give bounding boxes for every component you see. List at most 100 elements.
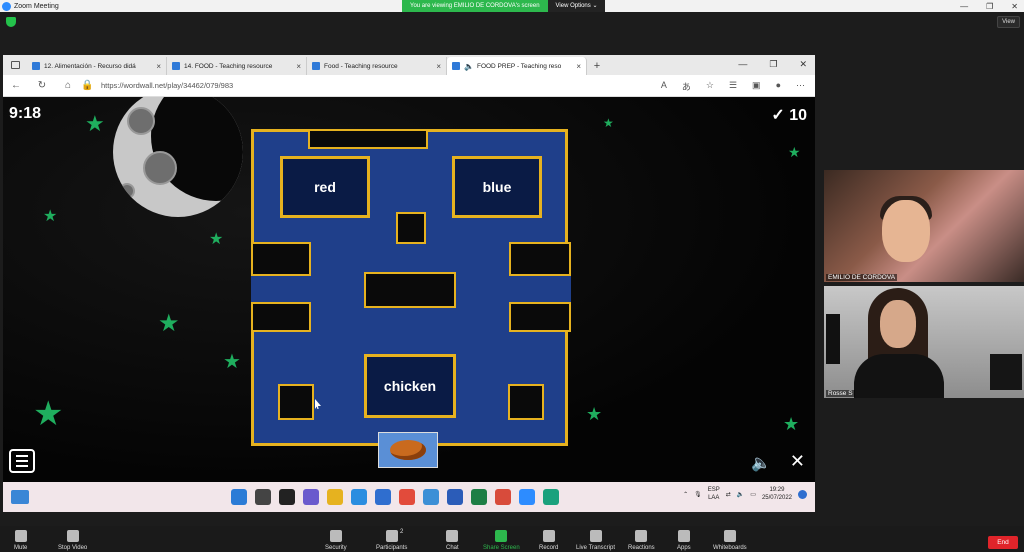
microphone-icon <box>14 530 27 542</box>
widgets-icon[interactable] <box>11 490 29 504</box>
crater <box>119 183 135 199</box>
zoom-window: Zoom Meeting You are viewing EMILIO DE C… <box>0 0 1024 552</box>
browser-tab-2[interactable]: 14. FOOD - Teaching resource × <box>167 57 307 75</box>
browser-maximize-button[interactable]: ❐ <box>769 59 777 70</box>
address-bar: ← ↻ ⌂ 🔒 https://wordwall.net/play/34462/… <box>3 75 815 97</box>
volume-tray-icon[interactable]: 🔈 <box>737 491 744 498</box>
apps-button[interactable]: Apps <box>677 526 691 551</box>
tab-close-icon[interactable]: × <box>576 62 581 71</box>
collections-icon[interactable]: ▣ <box>752 80 761 93</box>
background-monitor <box>990 354 1022 390</box>
calculator-icon[interactable] <box>423 489 439 505</box>
chevron-up-icon[interactable]: ⌃ <box>683 491 688 498</box>
microphone-icon[interactable]: 🎙 <box>694 491 702 498</box>
taskbar-clock[interactable]: 19:29 25/07/2022 <box>762 486 792 502</box>
chrome-icon[interactable] <box>399 489 415 505</box>
maze-wall <box>278 384 314 420</box>
start-icon[interactable] <box>231 489 247 505</box>
home-icon[interactable]: ⌂ <box>55 80 81 91</box>
star-icon: ★ <box>783 414 800 434</box>
participant-video-2[interactable]: Rosse S <box>824 286 1024 398</box>
whiteboard-icon <box>723 530 736 542</box>
tab-title: 12. Alimentación - Recurso didá <box>44 62 136 70</box>
people-icon <box>385 530 398 542</box>
zoom-logo-icon <box>2 1 11 11</box>
network-icon[interactable]: ⇄ <box>726 491 731 498</box>
zoom-app-icon[interactable] <box>519 489 535 505</box>
excel-icon[interactable] <box>471 489 487 505</box>
favorites-list-icon[interactable]: ☰ <box>729 80 737 93</box>
share-screen-button[interactable]: Share Screen <box>483 526 520 551</box>
close-window-button[interactable]: ✕ <box>1011 2 1018 11</box>
browser-tab-strip: 12. Alimentación - Recurso didá × 14. FO… <box>3 55 815 75</box>
live-transcript-button[interactable]: Live Transcript <box>576 526 615 551</box>
whiteboards-button[interactable]: Whiteboards <box>713 526 747 551</box>
url-text[interactable]: https://wordwall.net/play/34462/079/983 <box>101 81 233 90</box>
zoom-window-title: Zoom Meeting <box>14 2 59 10</box>
security-shield-icon[interactable] <box>6 17 16 27</box>
game-close-icon[interactable]: ✕ <box>790 451 805 472</box>
notification-icon[interactable] <box>798 489 807 499</box>
tab-close-icon[interactable]: × <box>436 62 441 71</box>
view-options-button[interactable]: View Options ⌄ <box>547 0 606 12</box>
star-icon: ★ <box>788 144 801 160</box>
answer-card-red[interactable]: red <box>280 156 370 218</box>
tab-close-icon[interactable]: × <box>156 62 161 71</box>
browser-minimize-button[interactable]: — <box>738 59 747 70</box>
task-view-icon[interactable] <box>279 489 295 505</box>
edge-icon[interactable] <box>543 489 559 505</box>
answer-card-chicken[interactable]: chicken <box>364 354 456 418</box>
viewing-banner-text: You are viewing EMILIO DE CORDOVA's scre… <box>402 0 548 12</box>
search-icon[interactable] <box>255 489 271 505</box>
game-menu-button[interactable] <box>9 449 35 473</box>
wordwall-favicon-icon <box>452 62 460 70</box>
tab-actions-icon[interactable] <box>3 55 27 75</box>
refresh-icon[interactable]: ↻ <box>29 80 55 91</box>
taskbar-apps <box>231 489 559 505</box>
record-icon <box>542 530 555 542</box>
mail-icon[interactable] <box>375 489 391 505</box>
browser-close-button[interactable]: ✕ <box>799 59 807 70</box>
browser-tab-4-active[interactable]: 🔈 FOOD PREP - Teaching reso × <box>447 57 587 75</box>
translate-icon[interactable]: あ <box>682 80 691 93</box>
chat-button[interactable]: Chat <box>446 526 459 551</box>
chat-icon[interactable] <box>303 489 319 505</box>
reactions-button[interactable]: Reactions <box>628 526 655 551</box>
read-aloud-icon[interactable]: A <box>661 80 667 93</box>
record-button[interactable]: Record <box>539 526 558 551</box>
battery-icon[interactable]: ▭ <box>750 491 756 498</box>
file-explorer-icon[interactable] <box>327 489 343 505</box>
smiley-icon <box>635 530 648 542</box>
language-indicator[interactable]: ESP LAA <box>708 486 720 502</box>
word-icon[interactable] <box>447 489 463 505</box>
wordwall-game-area: ★ ★ ★ ★ ★ ★ ★ ★ ★ ★ 9:18 ✓ 10 red blue c… <box>3 97 815 482</box>
profile-icon[interactable]: ● <box>776 80 781 93</box>
tab-close-icon[interactable]: × <box>296 62 301 71</box>
view-button[interactable]: View <box>997 16 1020 28</box>
maze-wall <box>509 302 571 332</box>
browser-tab-1[interactable]: 12. Alimentación - Recurso didá × <box>27 57 167 75</box>
back-icon[interactable]: ← <box>3 80 29 91</box>
new-tab-button[interactable]: + <box>587 57 607 75</box>
volume-icon[interactable]: 🔈 <box>751 453 771 473</box>
paint-icon[interactable] <box>495 489 511 505</box>
end-meeting-button[interactable]: End <box>988 536 1018 549</box>
tab-title: 14. FOOD - Teaching resource <box>184 62 273 70</box>
maze-tunnel <box>251 276 339 302</box>
app-l-icon[interactable] <box>351 489 367 505</box>
background-monitor <box>826 314 840 364</box>
wordwall-favicon-icon <box>32 62 40 70</box>
favorite-icon[interactable]: ☆ <box>706 80 714 93</box>
mute-button[interactable]: Mute <box>14 526 27 551</box>
stop-video-button[interactable]: Stop Video <box>58 526 87 551</box>
maze-tunnel <box>482 276 571 302</box>
more-options-icon[interactable]: ⋯ <box>796 80 805 93</box>
participant-video-1[interactable]: EMILIO DE CORDOVA <box>824 170 1024 282</box>
answer-card-blue[interactable]: blue <box>452 156 542 218</box>
minimize-button[interactable]: — <box>960 2 968 11</box>
security-button[interactable]: Security <box>325 526 347 551</box>
maze-wall <box>508 384 544 420</box>
lock-icon[interactable]: 🔒 <box>81 80 93 91</box>
maximize-button[interactable]: ❐ <box>986 2 993 11</box>
browser-tab-3[interactable]: Food - Teaching resource × <box>307 57 447 75</box>
